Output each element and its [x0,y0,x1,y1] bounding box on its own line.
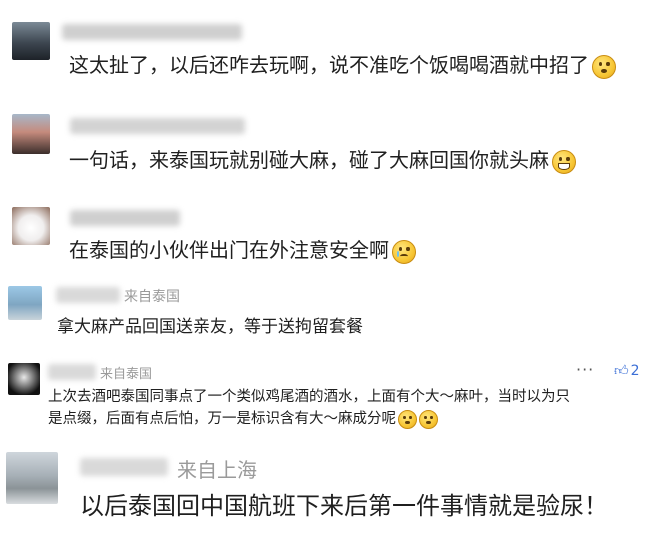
avatar[interactable] [6,452,58,504]
comment-text-line: 上次去酒吧泰国同事点了一个类似鸡尾酒的酒水，上面有个大～麻叶，当时以为只 [48,389,570,405]
comment-text: 拿大麻产品回国送亲友，等于送拘留套餐 [57,317,363,337]
comment-text: 一句话，来泰国玩就别碰大麻，碰了大麻回国你就头麻 [69,144,576,174]
comment-text: 这太扯了，以后还咋去玩啊，说不准吃个饭喝喝酒就中招了 [69,49,616,79]
username-blurred[interactable] [56,287,120,303]
like-count: 2 [630,363,640,379]
comment-text: 以后泰国回中国航班下来后第一件事情就是验尿！ [80,492,608,520]
dizzy-emoji-icon [592,54,616,79]
dizzy-emoji-icon [398,409,417,429]
avatar[interactable] [12,207,50,245]
comment-text-line: 是点缀，后面有点后怕，万一是标识含有大～麻成分呢 [48,407,438,429]
username-blurred[interactable] [70,118,245,134]
avatar[interactable] [8,363,40,395]
avatar[interactable] [12,114,50,154]
username-blurred[interactable] [48,364,96,380]
avatar[interactable] [12,22,50,60]
like-button[interactable]: 👍︎ 2 [614,362,640,379]
more-options-icon[interactable]: ··· [576,360,594,379]
thumbs-up-icon: 👍︎ [614,363,629,379]
cry-emoji-icon [392,239,416,264]
dizzy-emoji-icon [419,409,438,429]
location-label: 来自上海 [177,458,257,482]
location-label: 来自泰国 [124,289,180,305]
username-blurred[interactable] [62,24,242,40]
username-blurred[interactable] [70,210,180,226]
avatar[interactable] [8,286,42,320]
grin-emoji-icon [552,149,576,174]
username-blurred[interactable] [80,458,168,476]
location-label: 来自泰国 [100,367,153,382]
comment-text: 在泰国的小伙伴出门在外注意安全啊 [69,234,416,264]
